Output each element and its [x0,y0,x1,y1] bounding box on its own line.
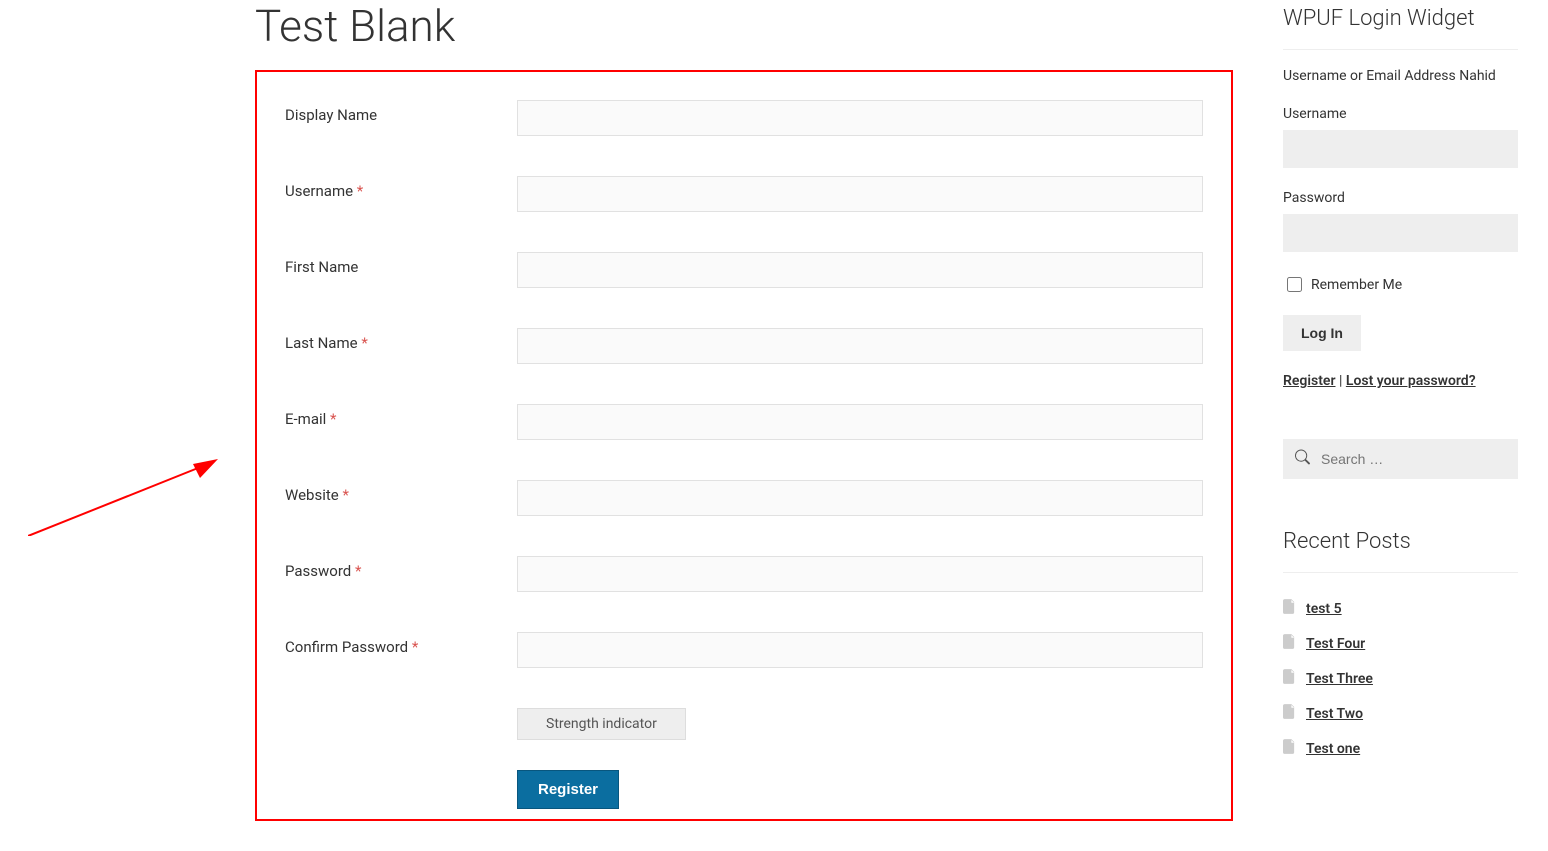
remember-me-label: Remember Me [1311,277,1402,293]
recent-post-link[interactable]: Test Two [1306,706,1363,722]
required-asterisk: * [330,410,336,428]
required-asterisk: * [412,638,418,656]
annotation-arrow [28,456,228,536]
label-email: E-mail * [285,404,517,428]
label-username: Username * [285,176,517,200]
recent-post-link[interactable]: Test Four [1306,636,1365,652]
last-name-input[interactable] [517,328,1203,364]
recent-post-link[interactable]: test 5 [1306,601,1342,617]
search-input[interactable] [1283,439,1518,479]
field-row-username: Username * [285,176,1203,212]
email-input[interactable] [517,404,1203,440]
login-widget-note: Username or Email Address Nahid [1283,68,1518,84]
recent-posts-title: Recent Posts [1283,529,1518,573]
field-row-display-name: Display Name [285,100,1203,136]
list-item: Test one [1283,731,1518,766]
recent-post-link[interactable]: Test Three [1306,671,1373,687]
lost-password-link[interactable]: Lost your password? [1346,373,1476,389]
required-asterisk: * [361,334,367,352]
display-name-input[interactable] [517,100,1203,136]
page-title: Test Blank [255,0,1233,52]
document-icon [1283,599,1296,618]
password-strength-indicator: Strength indicator [517,708,686,740]
document-icon [1283,739,1296,758]
label-confirm-password: Confirm Password * [285,632,517,656]
label-first-name: First Name [285,252,517,276]
document-icon [1283,704,1296,723]
recent-posts-list: test 5 Test Four Test Three Test Two Tes… [1283,591,1518,766]
field-row-last-name: Last Name * [285,328,1203,364]
field-row-confirm-password: Confirm Password * [285,632,1203,668]
login-username-input[interactable] [1283,130,1518,168]
username-input[interactable] [517,176,1203,212]
field-row-password: Password * [285,556,1203,592]
label-login-username: Username [1283,106,1518,122]
label-website: Website * [285,480,517,504]
sidebar: WPUF Login Widget Username or Email Addr… [1283,0,1518,821]
required-asterisk: * [357,182,363,200]
field-row-email: E-mail * [285,404,1203,440]
recent-post-link[interactable]: Test one [1306,741,1360,757]
document-icon [1283,634,1296,653]
field-row-first-name: First Name [285,252,1203,288]
search-icon [1295,450,1310,469]
label-password: Password * [285,556,517,580]
required-asterisk: * [342,486,348,504]
list-item: Test Three [1283,661,1518,696]
field-row-website: Website * [285,480,1203,516]
register-link[interactable]: Register [1283,373,1336,389]
list-item: Test Two [1283,696,1518,731]
login-widget-title: WPUF Login Widget [1283,6,1518,50]
first-name-input[interactable] [517,252,1203,288]
website-input[interactable] [517,480,1203,516]
list-item: Test Four [1283,626,1518,661]
confirm-password-input[interactable] [517,632,1203,668]
register-button[interactable]: Register [517,770,619,809]
required-asterisk: * [355,562,361,580]
password-input[interactable] [517,556,1203,592]
login-password-input[interactable] [1283,214,1518,252]
label-display-name: Display Name [285,100,517,124]
login-button[interactable]: Log In [1283,315,1361,351]
label-last-name: Last Name * [285,328,517,352]
remember-me-checkbox[interactable] [1287,277,1302,292]
login-links-sep: | [1336,373,1346,389]
list-item: test 5 [1283,591,1518,626]
document-icon [1283,669,1296,688]
registration-form: Display Name Username * First Name Last … [255,70,1233,821]
label-login-password: Password [1283,190,1518,206]
